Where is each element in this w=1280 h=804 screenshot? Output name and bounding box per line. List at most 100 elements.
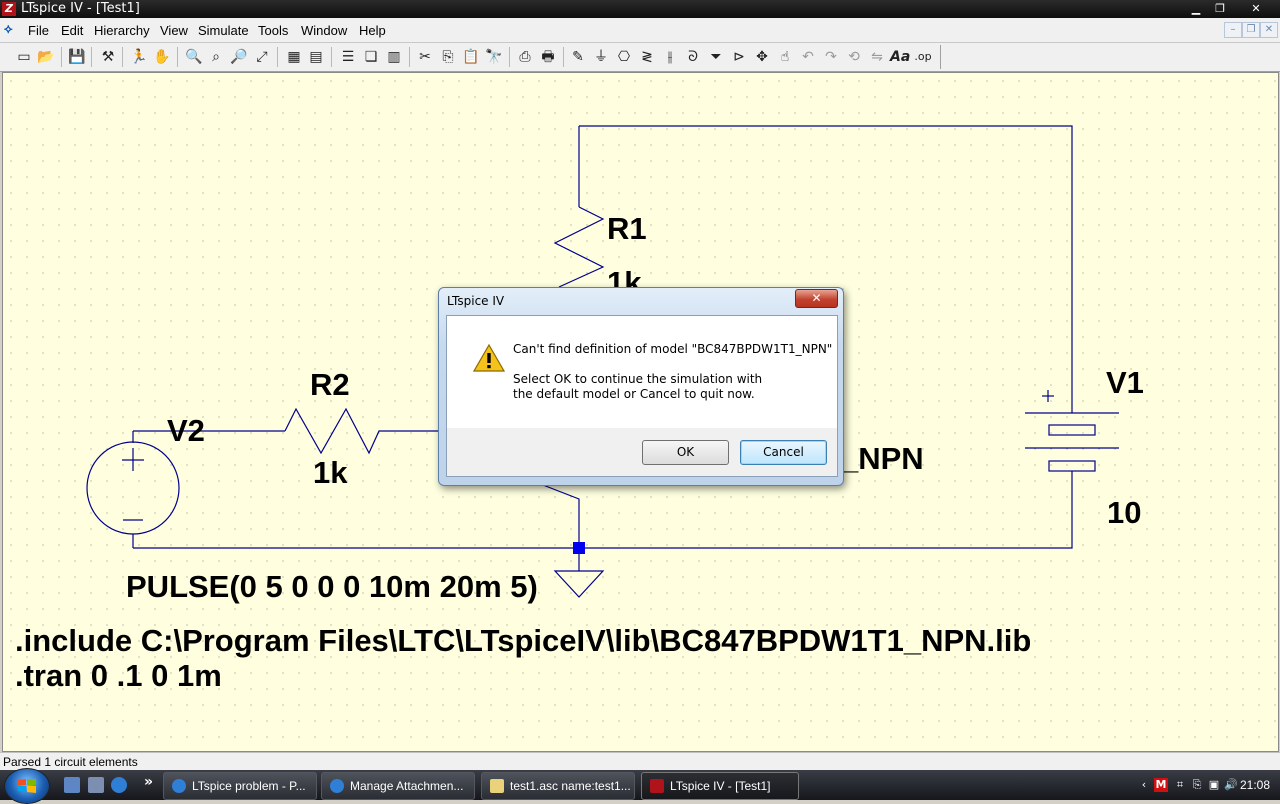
volume-icon[interactable]: 🔊 (1224, 778, 1238, 792)
toolbar-separator (61, 47, 62, 67)
control-panel-icon[interactable]: ⚒ (98, 47, 118, 67)
print-icon[interactable]: 🖶 (538, 47, 558, 67)
move-icon[interactable]: ✥ (752, 47, 772, 67)
start-button[interactable] (4, 768, 50, 804)
toolbar-separator (331, 47, 332, 67)
task-notepad[interactable]: test1.asc name:test1... (481, 772, 635, 800)
save-icon[interactable]: 💾 (67, 47, 87, 67)
menu-hierarchy[interactable]: Hierarchy (94, 23, 150, 38)
open-folder-icon[interactable]: 📂 (36, 47, 56, 67)
q-model-label[interactable]: _NPN (841, 441, 924, 477)
quicklaunch-overflow-icon[interactable]: » (144, 774, 153, 790)
ok-button[interactable]: OK (642, 440, 729, 465)
internet-explorer-icon (330, 779, 344, 793)
hand-pan-icon[interactable]: ✋ (152, 47, 172, 67)
cut-icon[interactable]: ✂ (415, 47, 435, 67)
network-icon[interactable]: ⌗ (1173, 778, 1187, 792)
dialog-body: Can't find definition of model "BC847BPD… (446, 315, 838, 428)
tile-horizontal-icon[interactable]: ☰ (338, 47, 358, 67)
zoom-area-icon[interactable]: ⌕ (206, 47, 226, 67)
restore-button[interactable]: ❐ (1208, 1, 1232, 16)
status-text: Parsed 1 circuit elements (3, 755, 138, 769)
r2-name-label[interactable]: R2 (310, 367, 350, 403)
q-emitter (542, 484, 580, 548)
zoom-fit-icon[interactable]: ⤢ (252, 47, 272, 67)
window-title-bar: Z LTspice IV - [Test1] ▁ ❐ ✕ (0, 0, 1280, 18)
cascade-icon[interactable]: ❏ (361, 47, 381, 67)
find-icon[interactable]: 🔭 (484, 47, 504, 67)
paste-icon[interactable]: 📋 (461, 47, 481, 67)
r2-symbol (284, 407, 443, 455)
status-bar: Parsed 1 circuit elements (0, 752, 1280, 771)
redo-icon[interactable]: ↷ (821, 47, 841, 67)
copy-icon[interactable]: ⎘ (438, 47, 458, 67)
menu-edit[interactable]: Edit (61, 23, 83, 38)
rotate-icon[interactable]: ⟲ (844, 47, 864, 67)
dialog-close-button[interactable]: ✕ (795, 289, 838, 308)
r2-value-label[interactable]: 1k (313, 455, 347, 491)
run-icon[interactable]: 🏃 (129, 47, 149, 67)
r1-name-label[interactable]: R1 (607, 211, 647, 247)
document-menu-icon[interactable]: ⟡ (4, 23, 18, 37)
show-desktop-icon[interactable] (64, 777, 80, 793)
draw-wire-icon[interactable]: ✎ (568, 47, 588, 67)
toolbar-separator (91, 47, 92, 67)
dialog-footer: OK Cancel (446, 428, 838, 477)
menu-help[interactable]: Help (359, 23, 386, 38)
mdi-close-button[interactable]: ✕ (1260, 22, 1278, 38)
inductor-icon[interactable]: ᘐ (683, 47, 703, 67)
dialog-detail-line-1: Select OK to continue the simulation wit… (513, 372, 763, 386)
safely-remove-icon[interactable]: ⎘ (1190, 778, 1204, 792)
tran-directive[interactable]: .tran 0 .1 0 1m (15, 658, 222, 694)
include-directive[interactable]: .include C:\Program Files\LTC\LTspiceIV\… (15, 623, 1031, 659)
v1-name-label[interactable]: V1 (1106, 365, 1144, 401)
menu-tools[interactable]: Tools (258, 23, 288, 38)
component-icon[interactable]: ⊳ (729, 47, 749, 67)
ltspice-icon (650, 779, 664, 793)
minimize-button[interactable]: ▁ (1184, 1, 1208, 16)
ltspice-app-icon[interactable]: Z (2, 2, 16, 16)
autoscale-icon[interactable]: ▦ (284, 47, 304, 67)
new-schematic-icon[interactable]: ▭ (14, 47, 34, 67)
switch-windows-icon[interactable] (88, 777, 104, 793)
v2-name-label[interactable]: V2 (167, 413, 205, 449)
internet-explorer-icon[interactable] (111, 777, 127, 793)
capacitor-icon[interactable]: ⫲ (660, 47, 680, 67)
resistor-icon[interactable]: ≷ (637, 47, 657, 67)
mirror-icon[interactable]: ⇋ (867, 47, 887, 67)
mdi-minimize-button[interactable]: – (1224, 22, 1242, 38)
dialog-message: Can't find definition of model "BC847BPD… (513, 342, 833, 356)
undo-icon[interactable]: ↶ (798, 47, 818, 67)
tile-vertical-icon[interactable]: ▥ (384, 47, 404, 67)
display-icon[interactable]: ▣ (1207, 778, 1221, 792)
task-ltspice-problem[interactable]: LTspice problem - P... (163, 772, 317, 800)
ground-icon[interactable]: ⏚ (591, 47, 611, 67)
v2-value-label[interactable]: PULSE(0 5 0 0 0 10m 20m 5) (126, 569, 538, 605)
close-button[interactable]: ✕ (1244, 1, 1268, 16)
text-icon[interactable]: Aa (890, 47, 910, 67)
label-net-icon[interactable]: ⎔ (614, 47, 634, 67)
clock[interactable]: 21:08 (1240, 777, 1270, 793)
toolbar-separator (277, 47, 278, 67)
print-setup-icon[interactable]: ⎙ (515, 47, 535, 67)
internet-explorer-icon (172, 779, 186, 793)
v1-value-label[interactable]: 10 (1107, 495, 1141, 531)
menu-view[interactable]: View (160, 23, 188, 38)
zoom-out-icon[interactable]: 🔎 (229, 47, 249, 67)
antivirus-icon[interactable]: M (1154, 778, 1168, 792)
tray-expand-icon[interactable]: ‹ (1137, 778, 1151, 792)
menu-window[interactable]: Window (301, 23, 347, 38)
task-manage-attachments[interactable]: Manage Attachmen... (321, 772, 475, 800)
cancel-button[interactable]: Cancel (740, 440, 827, 465)
zoom-in-icon[interactable]: 🔍 (184, 47, 204, 67)
task-ltspice[interactable]: LTspice IV - [Test1] (641, 772, 799, 800)
delete-all-icon[interactable]: ▤ (306, 47, 326, 67)
spice-directive-icon[interactable]: .op (913, 47, 933, 67)
menu-simulate[interactable]: Simulate (198, 23, 249, 38)
menu-file[interactable]: File (28, 23, 49, 38)
warning-icon (473, 344, 505, 372)
diode-icon[interactable]: ⏷ (706, 47, 726, 67)
drag-icon[interactable]: ☝ (775, 47, 795, 67)
mdi-restore-button[interactable]: ❐ (1242, 22, 1260, 38)
toolbar-separator (177, 47, 178, 67)
